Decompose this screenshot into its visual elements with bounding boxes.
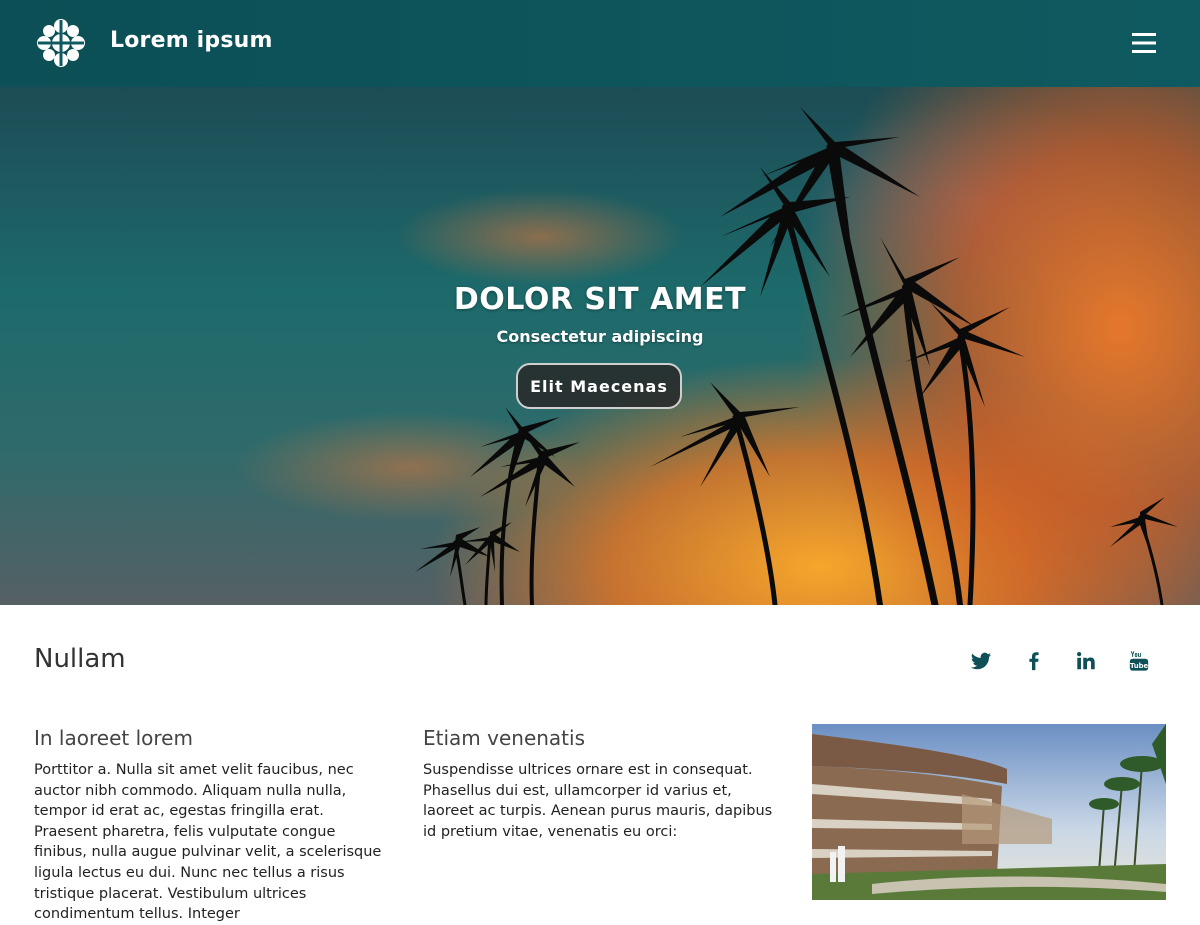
resort-building-photo	[812, 724, 1166, 900]
twitter-icon[interactable]	[970, 650, 992, 672]
svg-text:Tube: Tube	[1130, 662, 1149, 670]
column-two-text: Suspendisse ultrices ornare est in conse…	[423, 762, 773, 840]
column-two-title: Etiam venenatis	[423, 726, 586, 750]
linkedin-icon[interactable]	[1075, 650, 1097, 672]
palm-trees-illustration	[415, 107, 1178, 605]
hero-cta-button[interactable]: Elit Maecenas	[516, 363, 682, 409]
facebook-icon[interactable]	[1023, 650, 1045, 672]
hero-title: DOLOR SIT AMET	[453, 282, 747, 317]
youtube-icon[interactable]: Tube	[1128, 650, 1150, 672]
hero-banner: DOLOR SIT AMET Consectetur adipiscing El…	[0, 87, 1200, 605]
site-brand-name[interactable]: Lorem ipsum	[110, 28, 273, 53]
hero-subtitle: Consectetur adipiscing	[496, 327, 704, 346]
flower-logo-icon[interactable]	[34, 16, 88, 70]
column-one-title: In laoreet lorem	[34, 726, 193, 750]
section-title: Nullam	[34, 644, 126, 674]
top-navigation-bar: Lorem ipsum	[0, 0, 1200, 87]
column-one-text: Porttitor a. Nulla sit amet velit faucib…	[34, 762, 382, 923]
resort-building-illustration	[812, 724, 1166, 900]
hamburger-menu-icon[interactable]	[1130, 31, 1158, 55]
